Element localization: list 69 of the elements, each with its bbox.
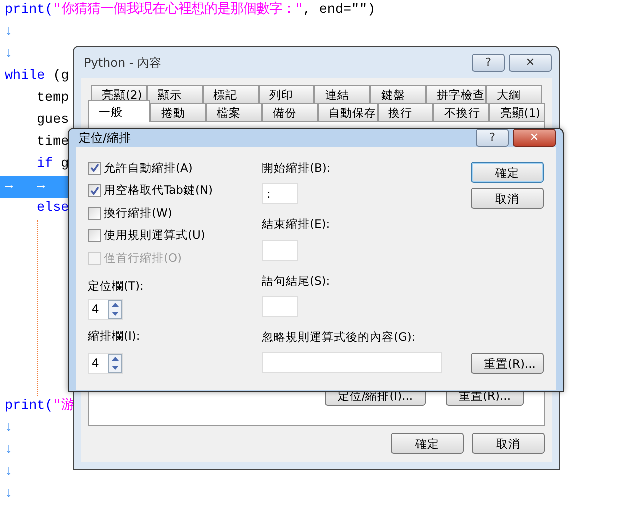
- tab-mark: →: [5, 178, 14, 196]
- field-label: 結束縮排(E):: [262, 216, 332, 234]
- field-label: 縮排欄(I):: [88, 328, 142, 345]
- field-label: 定位欄(T):: [88, 278, 145, 294]
- tab[interactable]: 鍵盤: [370, 85, 426, 103]
- close-button[interactable]: ✕: [509, 54, 552, 72]
- help-button[interactable]: ?: [476, 129, 509, 147]
- field-label: 開始縮排(B):: [262, 160, 332, 177]
- ok-button[interactable]: 確定: [471, 162, 544, 183]
- code-text: , end=""): [303, 2, 376, 20]
- checkbox[interactable]: [88, 162, 101, 175]
- code-text: temp: [37, 90, 70, 108]
- tab[interactable]: 備份: [262, 103, 318, 121]
- code-text: time: [37, 134, 70, 152]
- code-text: (g: [52, 68, 70, 86]
- code-text: g: [60, 156, 70, 174]
- help-button[interactable]: ?: [472, 54, 505, 72]
- tab[interactable]: 顯示: [146, 85, 203, 103]
- checkbox-label: 允許自動縮排(A): [104, 160, 193, 177]
- newline-mark: ↓: [5, 464, 14, 482]
- code-keyword: while: [5, 68, 46, 86]
- code-keyword: print(: [5, 2, 54, 20]
- field-label: 語句結尾(S):: [262, 272, 332, 290]
- checkbox-label: 換行縮排(W): [104, 204, 172, 222]
- tab[interactable]: 標記: [202, 85, 259, 103]
- input-field[interactable]: :: [262, 183, 298, 204]
- checkbox-label: 用空格取代Tab鍵(N): [104, 182, 214, 200]
- code-string: "游: [53, 397, 74, 416]
- spin-arrows-icon[interactable]: [108, 300, 122, 319]
- newline-mark: ↓: [5, 24, 14, 42]
- reset-button[interactable]: 重置(R)...: [471, 353, 544, 374]
- tab[interactable]: 捲動: [150, 103, 206, 121]
- newline-mark: ↓: [5, 486, 14, 504]
- field-label: 忽略規則運算式後的內容(G):: [262, 328, 417, 346]
- tab[interactable]: 大綱: [486, 85, 542, 103]
- spinner-field[interactable]: 4: [88, 298, 123, 320]
- tab-mark: →: [37, 178, 46, 196]
- newline-mark: ↓: [5, 420, 14, 438]
- checkbox-label: 使用規則運算式(U): [104, 227, 206, 244]
- tab[interactable]: 自動保存: [318, 103, 378, 121]
- code-keyword: if: [37, 156, 54, 174]
- tab[interactable]: 列印: [258, 85, 314, 103]
- checkbox-label: 僅首行縮排(O): [104, 250, 182, 267]
- dialog-title: Python - 內容: [84, 54, 162, 72]
- tab[interactable]: 連結: [314, 85, 370, 103]
- newline-mark: ↓: [5, 442, 14, 460]
- spin-arrows-icon[interactable]: [108, 354, 122, 373]
- newline-mark: ↓: [5, 46, 14, 64]
- ok-button[interactable]: 確定: [391, 433, 464, 454]
- checkbox[interactable]: [88, 184, 101, 198]
- spinner-field[interactable]: 4: [88, 353, 123, 374]
- tab[interactable]: 換行: [378, 103, 434, 121]
- checkbox[interactable]: [88, 206, 101, 220]
- tab[interactable]: 一般: [88, 100, 150, 122]
- code-text: gues: [37, 112, 70, 130]
- input-field[interactable]: [262, 240, 298, 260]
- cancel-button[interactable]: 取消: [472, 433, 545, 454]
- code-keyword: else: [37, 200, 70, 218]
- dialog-title: 定位/縮排: [79, 130, 132, 147]
- input-field[interactable]: [262, 296, 298, 317]
- tab[interactable]: 拼字檢查: [426, 85, 486, 103]
- code-keyword: print(: [5, 398, 54, 416]
- checkbox[interactable]: [88, 229, 101, 242]
- cancel-button[interactable]: 取消: [471, 188, 544, 209]
- tab[interactable]: 檔案: [206, 103, 262, 121]
- code-string: "你猜猜一個我現在心裡想的是那個數字：": [53, 0, 304, 20]
- tab[interactable]: 不換行: [433, 103, 490, 121]
- input-field[interactable]: [262, 352, 442, 373]
- tab[interactable]: 亮顯(1): [489, 103, 546, 121]
